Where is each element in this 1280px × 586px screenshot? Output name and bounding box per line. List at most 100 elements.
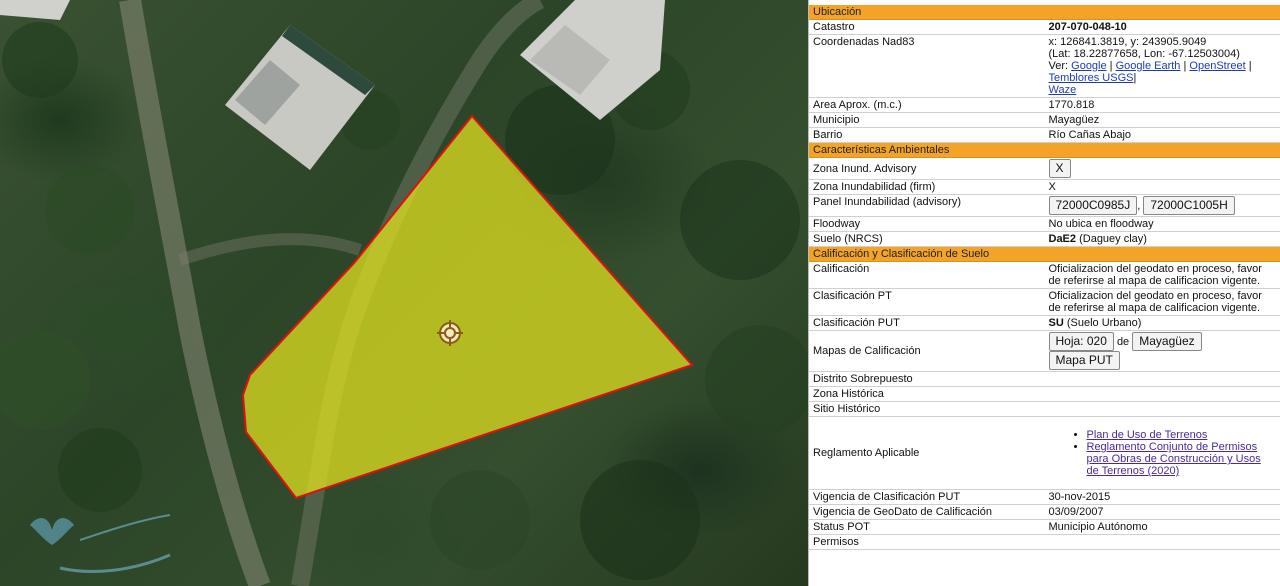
suelo-desc: (Daguey clay) — [1079, 233, 1147, 245]
row-label: Distrito Sobrepuesto — [809, 371, 1045, 387]
suelo-code: DaE2 — [1048, 233, 1077, 245]
row-label: Zona Inund. Advisory — [809, 157, 1045, 180]
row-label: Area Aprox. (m.c.) — [809, 97, 1045, 113]
separator: , — [1137, 200, 1141, 212]
calificacion-value: Oficializacion del geodato en proceso, f… — [1044, 261, 1280, 289]
map-view[interactable] — [0, 0, 808, 586]
row-label: Zona Histórica — [809, 386, 1045, 402]
section-title: Características Ambientales — [809, 142, 1280, 158]
ver-label: Ver: — [1048, 60, 1069, 72]
clasificacion-pt-value: Oficializacion del geodato en proceso, f… — [1044, 288, 1280, 316]
row-panel-inundabilidad: Panel Inundabilidad (advisory) 72000C098… — [809, 194, 1280, 217]
status-pot-value: Municipio Autónomo — [1044, 519, 1280, 535]
map-canvas[interactable] — [0, 0, 808, 586]
building — [225, 25, 375, 170]
panel-button-1005h[interactable]: 72000C1005H — [1143, 196, 1235, 215]
row-label: Floodway — [809, 216, 1045, 232]
section-title: Calificación y Clasificación de Suelo — [809, 246, 1280, 262]
row-label: Coordenadas Nad83 — [809, 34, 1045, 98]
panel-button-0985j[interactable]: 72000C0985J — [1048, 196, 1138, 215]
row-label: Catastro — [809, 19, 1045, 35]
road — [178, 233, 362, 266]
put-desc: (Suelo Urbano) — [1066, 317, 1142, 329]
link-plan-uso-terrenos[interactable]: Plan de Uso de Terrenos — [1087, 429, 1208, 441]
row-zona-firm: Zona Inundabilidad (firm) X — [809, 179, 1280, 195]
row-area: Area Aprox. (m.c.) 1770.818 — [809, 97, 1280, 113]
row-label: Clasificación PT — [809, 288, 1045, 316]
de-label: de — [1116, 336, 1130, 348]
row-label: Suelo (NRCS) — [809, 231, 1045, 247]
catastro-value: 207-070-048-10 — [1044, 19, 1280, 35]
row-label: Clasificación PUT — [809, 315, 1045, 331]
row-floodway: Floodway No ubica en floodway — [809, 216, 1280, 232]
panel-top-strip — [809, 0, 1280, 5]
link-waze[interactable]: Waze — [1049, 84, 1077, 96]
row-label: Reglamento Aplicable — [809, 416, 1045, 490]
row-clasificacion-put: Clasificación PUT SU (Suelo Urbano) — [809, 315, 1280, 331]
row-label: Barrio — [809, 127, 1045, 143]
parcel-polygon[interactable] — [241, 114, 694, 500]
mapa-put-button[interactable]: Mapa PUT — [1048, 351, 1120, 370]
reglamento-value: Plan de Uso de Terrenos Reglamento Conju… — [1044, 416, 1280, 490]
row-vigencia-put: Vigencia de Clasificación PUT 30-nov-201… — [809, 489, 1280, 505]
row-suelo: Suelo (NRCS) DaE2 (Daguey clay) — [809, 231, 1280, 247]
clasificacion-put-value: SU (Suelo Urbano) — [1044, 315, 1280, 331]
section-header-ambientales: Características Ambientales — [809, 142, 1280, 158]
area-value: 1770.818 — [1044, 97, 1280, 113]
link-openstreet[interactable]: OpenStreet — [1189, 60, 1245, 72]
coord-xy: x: 126841.3819, y: 243905.9049 — [1048, 36, 1207, 48]
list-item: Reglamento Conjunto de Permisos para Obr… — [1087, 441, 1277, 477]
row-zona-historica: Zona Histórica — [809, 386, 1280, 402]
row-label: Sitio Histórico — [809, 401, 1045, 417]
row-zona-advisory: Zona Inund. Advisory X — [809, 157, 1280, 180]
put-code: SU — [1048, 317, 1064, 329]
row-label: Status POT — [809, 519, 1045, 535]
vigencia-put-value: 30-nov-2015 — [1044, 489, 1280, 505]
row-permisos: Permisos — [809, 534, 1280, 550]
row-label: Calificación — [809, 261, 1045, 289]
municipio-value: Mayagüez — [1044, 112, 1280, 128]
row-barrio: Barrio Río Cañas Abajo — [809, 127, 1280, 143]
logo-watermark — [30, 514, 171, 573]
barrio-value: Río Cañas Abajo — [1044, 127, 1280, 143]
section-header-calificacion: Calificación y Clasificación de Suelo — [809, 246, 1280, 262]
row-distrito: Distrito Sobrepuesto — [809, 371, 1280, 387]
row-clasificacion-pt: Clasificación PT Oficializacion del geod… — [809, 288, 1280, 316]
section-title: Ubicación — [809, 5, 1280, 20]
row-catastro: Catastro 207-070-048-10 — [809, 19, 1280, 35]
row-label: Panel Inundabilidad (advisory) — [809, 194, 1045, 217]
link-google-earth[interactable]: Google Earth — [1116, 60, 1181, 72]
row-label: Permisos — [809, 534, 1045, 550]
suelo-value: DaE2 (Daguey clay) — [1044, 231, 1280, 247]
link-google[interactable]: Google — [1071, 60, 1106, 72]
row-label: Vigencia de Clasificación PUT — [809, 489, 1045, 505]
row-coordenadas: Coordenadas Nad83 x: 126841.3819, y: 243… — [809, 34, 1280, 98]
row-municipio: Municipio Mayagüez — [809, 112, 1280, 128]
permisos-value — [1044, 534, 1280, 550]
coordenadas-value: x: 126841.3819, y: 243905.9049 (Lat: 18.… — [1044, 34, 1280, 98]
info-panel: Ubicación Catastro 207-070-048-10 Coorde… — [808, 0, 1280, 586]
link-temblores-usgs[interactable]: Temblores USGS — [1049, 72, 1134, 84]
panel-inund-value: 72000C0985J, 72000C1005H — [1044, 194, 1280, 217]
zona-firm-value: X — [1044, 179, 1280, 195]
section-header-ubicacion: Ubicación — [809, 5, 1280, 20]
coord-latlon: (Lat: 18.22877658, Lon: -67.12503004) — [1048, 48, 1240, 60]
zona-advisory-value: X — [1044, 157, 1280, 180]
building — [0, 0, 70, 20]
zona-advisory-button[interactable]: X — [1048, 159, 1071, 178]
row-status-pot: Status POT Municipio Autónomo — [809, 519, 1280, 535]
row-label: Vigencia de GeoDato de Calificación — [809, 504, 1045, 520]
reglamento-list: Plan de Uso de Terrenos Reglamento Conju… — [1049, 429, 1277, 477]
zona-historica-value — [1044, 386, 1280, 402]
row-mapas: Mapas de Calificación Hoja: 020 de Mayag… — [809, 330, 1280, 372]
hoja-button[interactable]: Hoja: 020 — [1048, 332, 1114, 351]
coord-links: Ver: Google | Google Earth | OpenStreet … — [1048, 60, 1252, 96]
row-calificacion: Calificación Oficializacion del geodato … — [809, 261, 1280, 289]
row-label: Mapas de Calificación — [809, 330, 1045, 372]
link-reglamento-conjunto[interactable]: Reglamento Conjunto de Permisos para Obr… — [1087, 441, 1261, 477]
municipio-map-button[interactable]: Mayagüez — [1132, 332, 1202, 351]
property-table: Ubicación Catastro 207-070-048-10 Coorde… — [809, 5, 1280, 550]
mapas-value: Hoja: 020 de Mayagüez Mapa PUT — [1044, 330, 1280, 372]
row-label: Zona Inundabilidad (firm) — [809, 179, 1045, 195]
vigencia-geodato-value: 03/09/2007 — [1044, 504, 1280, 520]
